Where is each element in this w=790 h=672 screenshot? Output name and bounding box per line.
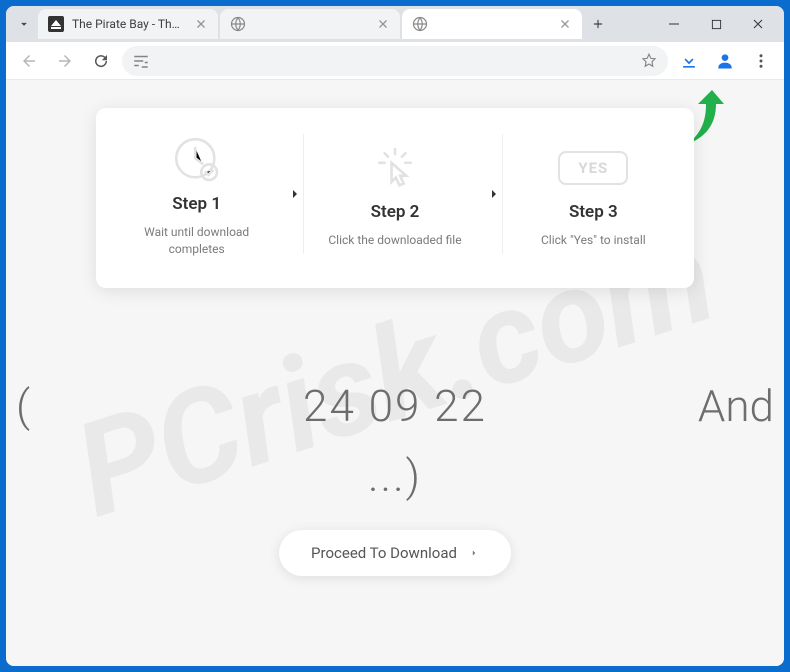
close-icon <box>752 18 764 30</box>
bg-text-row1: 24 09 22 <box>6 380 784 432</box>
chevron-right-icon <box>469 546 479 560</box>
tune-icon <box>132 52 150 70</box>
close-icon[interactable] <box>558 17 572 31</box>
arrow-right-icon <box>56 52 74 70</box>
toolbar <box>6 42 784 80</box>
page-content: PCrisk.com Step 1 Wait until download co… <box>6 80 784 666</box>
step-title: Step 3 <box>513 202 674 222</box>
globe-icon <box>412 16 428 32</box>
globe-icon <box>230 16 246 32</box>
chevron-right-icon <box>486 186 502 202</box>
downloads-button[interactable] <box>674 46 704 76</box>
clock-icon <box>116 130 277 190</box>
menu-button[interactable] <box>746 46 776 76</box>
browser-tab-1[interactable] <box>220 9 400 39</box>
reload-icon <box>92 52 110 70</box>
close-icon[interactable] <box>376 17 390 31</box>
back-button[interactable] <box>14 46 44 76</box>
step-2: Step 2 Click the downloaded file <box>304 138 485 249</box>
bg-text-row2: ...) <box>6 450 784 502</box>
plus-icon <box>591 17 605 31</box>
step-title: Step 2 <box>314 202 475 222</box>
step-desc: Click "Yes" to install <box>513 232 674 249</box>
close-window-button[interactable] <box>738 9 778 39</box>
profile-button[interactable] <box>710 46 740 76</box>
yes-button-icon: YES <box>513 138 674 198</box>
step-desc: Click the downloaded file <box>314 232 475 249</box>
step-desc: Wait until download completes <box>116 224 277 258</box>
step-1: Step 1 Wait until download completes <box>106 130 287 258</box>
kebab-icon <box>752 52 770 70</box>
step-title: Step 1 <box>116 194 277 214</box>
step-3: YES Step 3 Click "Yes" to install <box>503 138 684 249</box>
tab-bar: The Pirate Bay - The gala... <box>6 6 784 42</box>
proceed-label: Proceed To Download <box>311 544 457 562</box>
maximize-button[interactable] <box>696 9 736 39</box>
steps-card: Step 1 Wait until download completes Ste… <box>96 108 694 288</box>
tab-search-button[interactable] <box>12 12 36 36</box>
address-bar[interactable] <box>122 46 668 76</box>
chevron-right-icon <box>287 186 303 202</box>
arrow-left-icon <box>20 52 38 70</box>
minimize-button[interactable] <box>654 9 694 39</box>
minimize-icon <box>668 18 680 30</box>
proceed-button[interactable]: Proceed To Download <box>279 530 511 576</box>
url-input[interactable] <box>156 53 634 68</box>
new-tab-button[interactable] <box>584 10 612 38</box>
person-icon <box>715 51 735 71</box>
chevron-down-icon <box>17 17 31 31</box>
click-icon <box>314 138 475 198</box>
star-icon[interactable] <box>640 52 658 70</box>
browser-tab-0[interactable]: The Pirate Bay - The gala... <box>38 9 218 39</box>
close-icon[interactable] <box>194 17 208 31</box>
forward-button[interactable] <box>50 46 80 76</box>
browser-tab-2[interactable] <box>402 9 582 39</box>
tab-title: The Pirate Bay - The gala... <box>72 17 186 31</box>
download-icon <box>679 51 699 71</box>
maximize-icon <box>711 19 722 30</box>
browser-window: The Pirate Bay - The gala... <box>6 6 784 666</box>
yes-label: YES <box>558 151 628 185</box>
reload-button[interactable] <box>86 46 116 76</box>
ship-icon <box>48 16 64 32</box>
